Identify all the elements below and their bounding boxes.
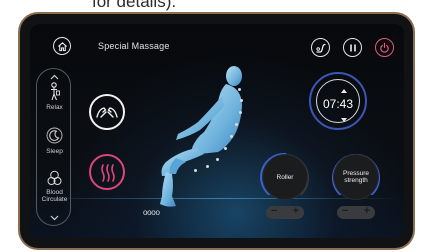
chevron-down-icon[interactable] — [50, 215, 59, 221]
sidebar-item-label: Blood Circulate — [41, 189, 68, 203]
circulation-icon — [47, 170, 62, 185]
mode-sidebar: Relax Sleep Blood Circulate — [36, 68, 71, 226]
heat-waves-icon — [101, 164, 115, 182]
pressure-adjust-bar: − + — [337, 205, 375, 219]
power-button[interactable] — [375, 38, 394, 57]
massage-point — [224, 147, 227, 150]
timer-increase-icon[interactable] — [341, 89, 347, 93]
home-button[interactable] — [53, 37, 71, 55]
massage-point — [238, 88, 241, 91]
sidebar-item-label: Sleep — [46, 148, 63, 155]
massage-point — [235, 123, 238, 126]
massage-point — [216, 158, 219, 161]
sidebar-item-label: Relax — [46, 104, 63, 111]
timer-inner-ring: 07:43 — [316, 79, 360, 123]
shoulder-adjust-icon — [315, 43, 326, 53]
roller-label: Roller — [276, 174, 294, 181]
roller-plus-button[interactable]: + — [293, 205, 299, 217]
massage-hands-button[interactable] — [89, 94, 125, 130]
pause-icon — [349, 44, 356, 51]
power-icon — [380, 42, 389, 53]
seated-body-figure — [160, 66, 242, 207]
timer-value: 07:43 — [322, 97, 354, 111]
massage-point — [194, 169, 197, 172]
pressure-minus-button[interactable]: − — [342, 205, 348, 217]
pressure-knob[interactable]: Pressure strength — [334, 155, 378, 199]
massage-screen: Special Massage Relax Sleep Blood Circul… — [30, 24, 404, 238]
shoulder-adjust-button[interactable] — [311, 38, 330, 57]
sidebar-item-relax[interactable]: Relax — [37, 82, 72, 116]
pause-button[interactable] — [343, 38, 362, 57]
sidebar-item-blood-circulate[interactable]: Blood Circulate — [37, 170, 72, 214]
foot-massage-indicator: oooo — [143, 208, 160, 217]
massage-point — [206, 165, 209, 168]
pressure-plus-button[interactable]: + — [364, 205, 370, 217]
massage-point — [230, 135, 233, 138]
page-title: Special Massage — [98, 41, 170, 51]
massage-point — [239, 111, 242, 114]
timer-decrease-icon[interactable] — [341, 118, 347, 122]
relax-person-icon — [51, 82, 60, 101]
massage-hands-icon — [96, 107, 118, 118]
heat-button[interactable] — [89, 154, 125, 190]
roller-minus-button[interactable]: − — [271, 205, 277, 217]
sidebar-item-sleep[interactable]: Sleep — [37, 126, 72, 160]
chevron-up-icon[interactable] — [50, 74, 59, 80]
pressure-label: Pressure strength — [342, 170, 369, 184]
massage-point — [240, 99, 243, 102]
home-icon — [57, 41, 67, 51]
roller-knob[interactable]: Roller — [263, 155, 307, 199]
moon-icon — [46, 127, 63, 144]
roller-adjust-bar: − + — [266, 205, 304, 219]
timer-dial: 07:43 — [309, 72, 367, 130]
caption-fragment: for details). — [92, 0, 177, 11]
